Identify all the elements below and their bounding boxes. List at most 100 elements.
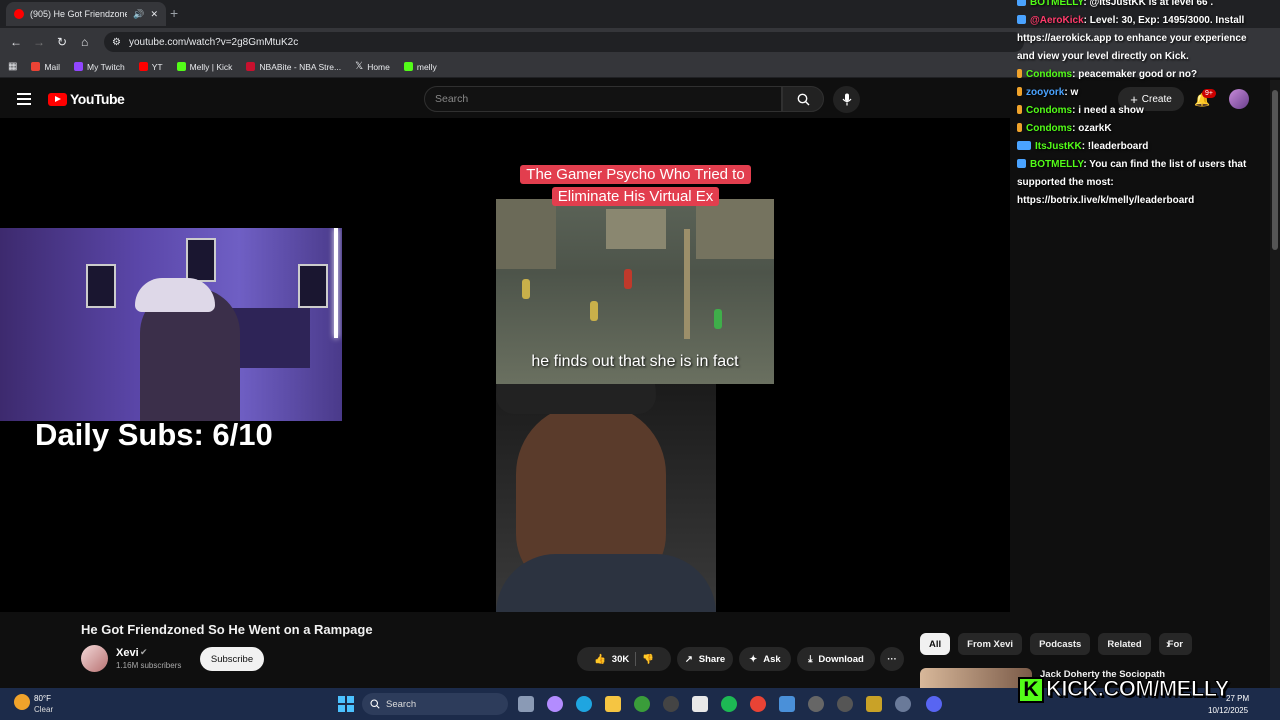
chip-related[interactable]: Related — [1098, 633, 1151, 655]
bookmark-nbabite[interactable]: NBABite - NBA Stre... — [246, 62, 341, 72]
bookmark-home[interactable]: 𝕏 Home — [355, 61, 390, 72]
chevron-right-icon[interactable]: › — [1166, 637, 1170, 651]
microphone-icon — [842, 93, 851, 106]
kick-icon — [403, 62, 413, 71]
chat-username: zooyork — [1026, 87, 1065, 98]
bookmark-my-twitch[interactable]: My Twitch — [74, 62, 125, 72]
chat-message: zooyork: w — [1017, 84, 1267, 102]
weather-icon[interactable] — [14, 694, 30, 710]
kick-logo: K — [1018, 677, 1044, 703]
discord-icon[interactable] — [926, 696, 942, 712]
file-explorer-icon[interactable] — [605, 696, 621, 712]
media-player-icon[interactable] — [808, 696, 824, 712]
chat-text: : i need a show — [1072, 105, 1144, 116]
recommendation-thumbnail[interactable] — [920, 668, 1032, 690]
home-icon[interactable]: ⌂ — [81, 35, 88, 49]
chat-badge-icon — [1017, 15, 1026, 24]
chat-username: Condoms — [1026, 123, 1073, 134]
ask-button[interactable]: ✦ Ask — [739, 647, 791, 671]
task-view-icon[interactable] — [518, 696, 534, 712]
channel-avatar[interactable] — [81, 645, 108, 672]
voice-search-button[interactable] — [833, 86, 860, 113]
windows-start-icon[interactable] — [338, 696, 354, 712]
twitch-icon — [74, 62, 84, 71]
chat-message: BOTMELLY: You can find the list of users… — [1017, 156, 1267, 210]
divider — [635, 652, 637, 666]
recommendation-chips: All From Xevi Podcasts Related For — [920, 633, 1192, 655]
thumbs-up-icon: 👍 — [593, 653, 606, 665]
more-actions-button[interactable]: ··· — [880, 647, 904, 671]
chat-badge-icon — [1017, 69, 1022, 78]
chat-username: @AeroKick — [1030, 15, 1084, 26]
youtube-icon — [138, 62, 148, 71]
chrome-icon[interactable] — [750, 696, 766, 712]
settings-icon[interactable] — [895, 696, 911, 712]
taskbar-search[interactable]: Search — [362, 693, 508, 715]
hamburger-menu-icon[interactable] — [17, 93, 31, 105]
spotify-icon[interactable] — [721, 696, 737, 712]
site-info-icon[interactable]: ⚙ — [112, 37, 121, 48]
speaker-icon[interactable]: 🔊 — [133, 9, 144, 20]
chat-username: BOTMELLY — [1030, 0, 1084, 8]
share-button[interactable]: ↗ Share — [677, 647, 733, 671]
chat-message: Condoms: i need a show — [1017, 102, 1267, 120]
video-title-banner: The Gamer Psycho Who Tried to Eliminate … — [509, 164, 762, 208]
gmail-icon — [31, 62, 41, 71]
app-icon-3[interactable] — [866, 696, 882, 712]
apps-grid-icon[interactable]: ▦ — [8, 61, 17, 72]
youtube-play-icon — [48, 92, 67, 106]
chat-badge-icon — [1017, 123, 1022, 132]
nba-icon — [246, 62, 256, 71]
chat-message: BOTMELLY: @ItsJustKK is at level 66 . — [1017, 0, 1267, 12]
url-text: youtube.com/watch?v=2g8GmMtuK2c — [128, 36, 299, 48]
tab-title: (905) He Got Friendzoned S — [30, 9, 128, 19]
thumbs-down-icon[interactable]: 👎 — [642, 654, 654, 665]
bookmark-mail[interactable]: Mail — [31, 62, 60, 72]
chat-text: : ozarkK — [1072, 123, 1112, 134]
streamer-webcam — [0, 228, 342, 421]
photos-icon[interactable] — [779, 696, 795, 712]
chip-podcasts[interactable]: Podcasts — [1030, 633, 1091, 655]
daily-subs-counter: Daily Subs: 6/10 — [35, 417, 273, 452]
copilot-icon[interactable] — [547, 696, 563, 712]
tab-close-icon[interactable]: ✕ — [150, 9, 158, 20]
address-bar[interactable]: ⚙ youtube.com/watch?v=2g8GmMtuK2c — [104, 32, 1024, 52]
store-icon[interactable] — [692, 696, 708, 712]
clock-date: 10/12/2025 — [1208, 706, 1249, 715]
app-icon-2[interactable] — [837, 696, 853, 712]
chip-from-xevi[interactable]: From Xevi — [958, 633, 1023, 655]
scrollbar-thumb[interactable] — [1272, 90, 1278, 250]
kick-icon — [176, 62, 186, 71]
back-icon[interactable]: ← — [10, 35, 22, 49]
video-title: He Got Friendzoned So He Went on a Rampa… — [81, 622, 373, 637]
youtube-logo[interactable]: YouTube — [48, 91, 125, 107]
browser-tab[interactable]: (905) He Got Friendzoned S 🔊 ✕ — [6, 2, 166, 26]
channel-name[interactable]: Xevi — [116, 647, 139, 659]
share-icon: ↗ — [684, 653, 693, 665]
reload-icon[interactable]: ↻ — [57, 35, 67, 49]
subscriber-count: 1.16M subscribers — [116, 661, 182, 670]
chat-text: : peacemaker good or no? — [1072, 69, 1198, 80]
like-button[interactable]: 👍 30K — [594, 654, 629, 665]
bookmark-melly[interactable]: melly — [403, 62, 437, 72]
app-icon[interactable] — [663, 696, 679, 712]
chat-username: Condoms — [1026, 69, 1073, 80]
x-icon: 𝕏 — [355, 61, 364, 72]
chip-all[interactable]: All — [920, 633, 951, 655]
download-button[interactable]: ⤓ Download — [797, 647, 875, 671]
chip-for[interactable]: For — [1158, 633, 1192, 655]
weather-condition: Clear — [34, 705, 54, 714]
new-tab-button[interactable]: + — [170, 5, 178, 21]
search-button[interactable] — [782, 86, 824, 112]
bookmark-yt[interactable]: YT — [138, 62, 163, 72]
search-input[interactable]: Search — [424, 86, 782, 112]
subscribe-button[interactable]: Subscribe — [200, 647, 264, 671]
edge-icon[interactable] — [576, 696, 592, 712]
xbox-icon[interactable] — [634, 696, 650, 712]
chat-badge-icon — [1017, 0, 1026, 6]
page-scrollbar[interactable] — [1270, 80, 1280, 692]
download-icon: ⤓ — [808, 653, 813, 665]
chat-username: Condoms — [1026, 105, 1073, 116]
forward-icon[interactable]: → — [33, 35, 45, 49]
bookmark-melly-kick[interactable]: Melly | Kick — [176, 62, 232, 72]
